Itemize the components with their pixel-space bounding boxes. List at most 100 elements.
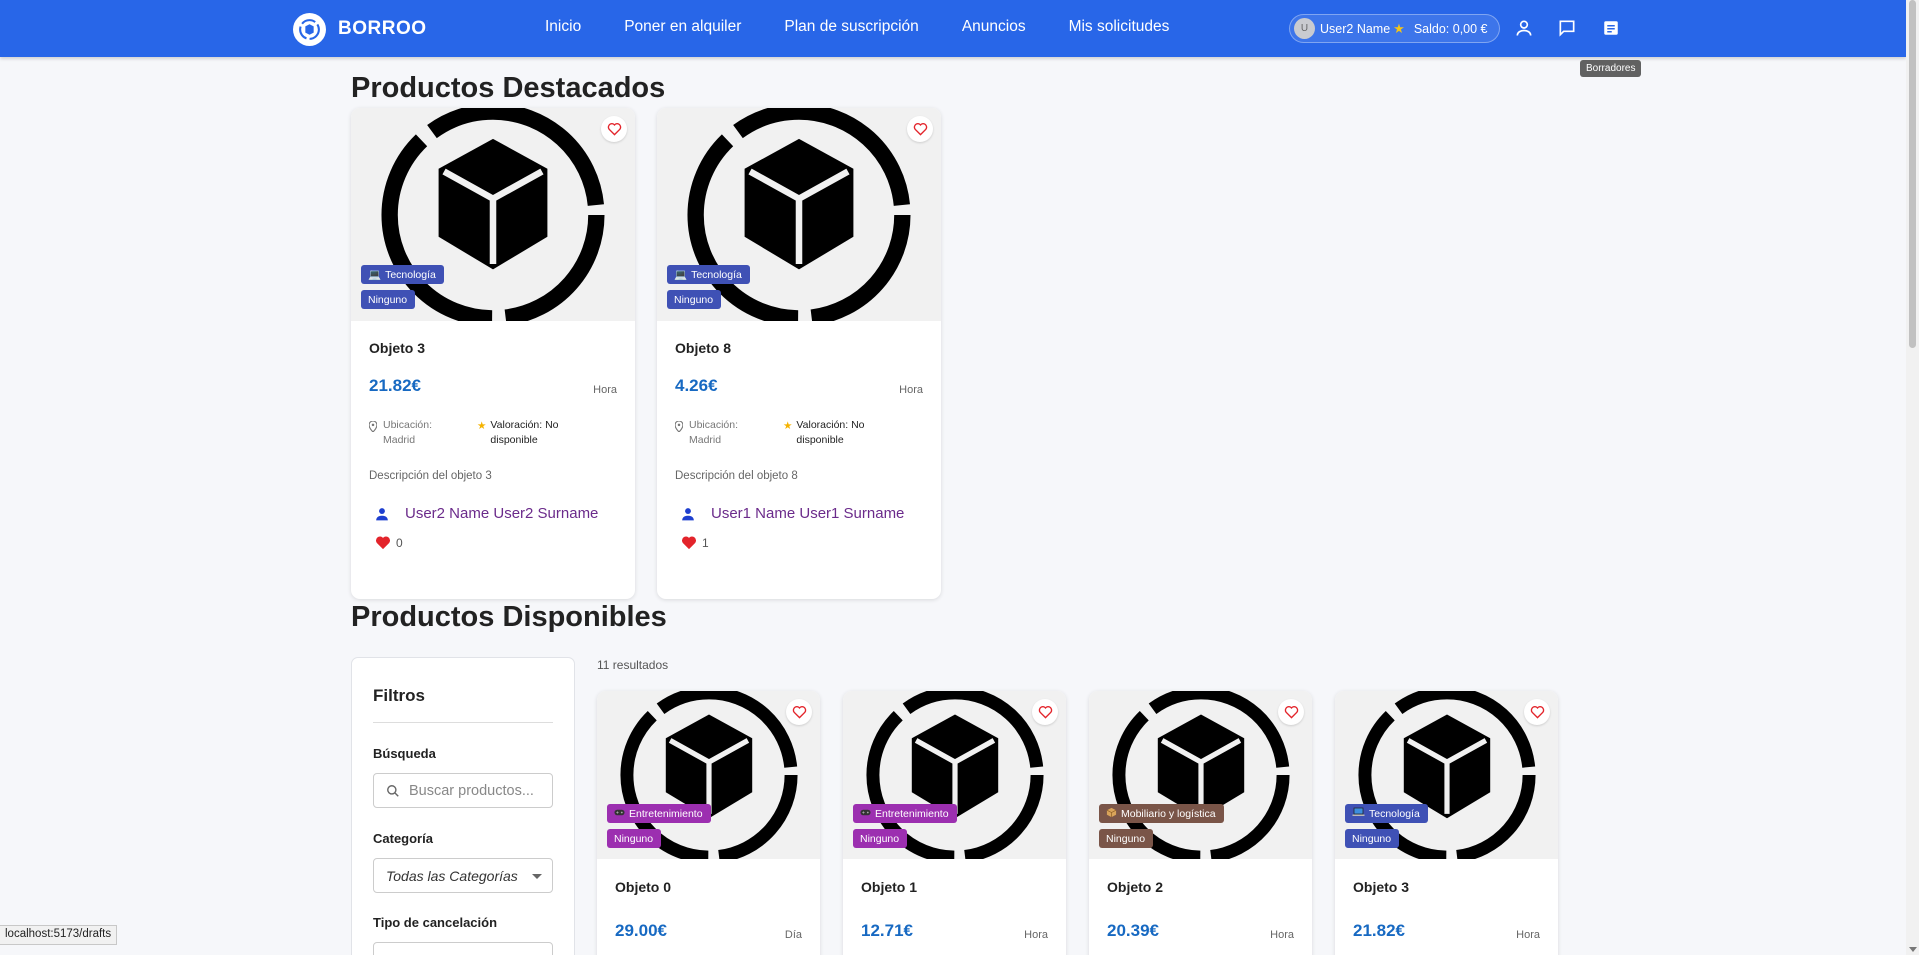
product-location: Ubicación: Madrid [674,418,783,448]
package-icon [1106,807,1117,821]
nav-plan-suscripcion[interactable]: Plan de suscripción [784,18,918,36]
profile-icon[interactable] [1513,17,1535,39]
gamepad-icon [860,808,871,820]
filters-title: Filtros [373,686,425,705]
cancellation-tag: Ninguno [853,829,908,848]
product-rating: ★ Valoración: No disponible [783,419,865,446]
scrollbar-thumb[interactable] [1909,0,1916,348]
product-name: Objeto 0 [615,879,672,895]
cancellation-select[interactable] [373,942,553,955]
featured-product-card[interactable]: 💻 Tecnología Ninguno Objeto 3 21.82€ Hora… [351,108,635,599]
avatar: U [1294,18,1315,39]
search-input[interactable]: Buscar productos... [373,773,553,808]
star-icon: ★ [783,420,793,432]
product-image: Mobiliario y logística Ninguno [1089,691,1312,859]
price-unit: Hora [1516,929,1540,941]
product-price: 21.82€ [1353,921,1405,940]
favorite-heart-icon[interactable] [907,116,933,142]
product-rating: ★ Valoración: No disponible [477,419,559,446]
product-price: 21.82€ [369,376,421,395]
user-name: User2 Name [1320,21,1391,36]
main-nav: Inicio Poner en alquiler Plan de suscrip… [545,18,1212,36]
product-owner-link[interactable]: User2 Name User2 Surname [375,505,617,522]
search-label: Búsqueda [373,746,436,761]
likes-count: 1 [681,535,923,550]
heart-filled-icon [375,536,391,550]
nav-mis-solicitudes[interactable]: Mis solicitudes [1069,18,1170,36]
favorite-heart-icon[interactable] [786,699,812,725]
product-image: Entretenimiento Ninguno [843,691,1066,859]
scrollbar[interactable] [1906,0,1919,955]
results-count: 11 resultados [597,658,669,672]
person-icon [682,507,694,520]
price-unit: Hora [1024,929,1048,941]
cancellation-tag: Ninguno [361,290,416,309]
category-select[interactable]: Todas las Categorías [373,858,553,893]
category-tag: 💻 Tecnología [667,265,750,284]
price-unit: Hora [593,384,617,396]
product-card[interactable]: Entretenimiento Ninguno Objeto 1 12.71€ … [843,691,1066,955]
category-label: Categoría [373,831,433,846]
filters-divider [373,722,553,723]
product-owner-link[interactable]: User1 Name User1 Surname [681,505,923,522]
drafts-icon[interactable] [1600,17,1622,39]
favorite-heart-icon[interactable] [1524,699,1550,725]
product-card[interactable]: Tecnología Ninguno Objeto 3 21.82€ Hora [1335,691,1558,955]
product-description: Descripción del objeto 3 [369,470,492,482]
heart-filled-icon [681,536,697,550]
cancellation-tag: Ninguno [1099,829,1154,848]
price-unit: Hora [899,384,923,396]
star-icon: ★ [477,420,487,432]
filters-panel: Filtros Búsqueda Buscar productos... Cat… [351,657,575,955]
drafts-tooltip: Borradores [1580,60,1642,77]
category-tag: Entretenimiento [607,804,711,823]
cancellation-tag: Ninguno [1345,829,1400,848]
gamepad-icon [614,808,625,820]
featured-product-card[interactable]: 💻 Tecnología Ninguno Objeto 8 4.26€ Hora … [657,108,941,599]
top-navbar: BORROO Inicio Poner en alquiler Plan de … [0,0,1906,57]
cancellation-tag: Ninguno [667,290,722,309]
nav-poner-en-alquiler[interactable]: Poner en alquiler [624,18,741,36]
available-title: Productos Disponibles [351,601,667,633]
messages-icon[interactable] [1556,17,1578,39]
product-name: Objeto 1 [861,879,918,895]
cancellation-tag: Ninguno [607,829,662,848]
nav-inicio[interactable]: Inicio [545,18,581,36]
laptop-icon [1352,807,1365,820]
product-price: 29.00€ [615,921,667,940]
product-name: Objeto 2 [1107,879,1164,895]
nav-anuncios[interactable]: Anuncios [962,18,1026,36]
product-image: Entretenimiento Ninguno [597,691,820,859]
category-tag: Tecnología [1345,804,1428,823]
laptop-icon: 💻 [674,269,688,281]
category-tag: Entretenimiento [853,804,957,823]
product-card[interactable]: Mobiliario y logística Ninguno Objeto 2 … [1089,691,1312,955]
product-price: 20.39€ [1107,921,1159,940]
search-icon [387,784,399,797]
price-unit: Día [784,929,802,941]
product-price: 4.26€ [675,376,718,395]
brand-logo-icon [293,12,326,46]
product-price: 12.71€ [861,921,913,940]
laptop-icon: 💻 [368,269,382,281]
product-description: Descripción del objeto 8 [675,470,798,482]
brand[interactable]: BORROO [293,12,427,46]
product-image: 💻 Tecnología Ninguno [657,108,941,321]
scroll-down-icon[interactable] [1909,947,1917,952]
favorite-heart-icon[interactable] [1032,699,1058,725]
product-card[interactable]: Entretenimiento Ninguno Objeto 0 29.00€ … [597,691,820,955]
user-balance-chip[interactable]: U User2 Name ★ Saldo: 0,00 € [1289,14,1500,43]
likes-count: 0 [375,535,617,550]
status-url: localhost:5173/drafts [0,925,118,945]
cancellation-label: Tipo de cancelación [373,915,498,930]
brand-name: BORROO [338,18,427,39]
product-image: Tecnología Ninguno [1335,691,1558,859]
product-image: 💻 Tecnología Ninguno [351,108,635,321]
product-name: Objeto 8 [675,340,732,356]
favorite-heart-icon[interactable] [601,116,627,142]
location-pin-icon [368,420,378,448]
favorite-heart-icon[interactable] [1278,699,1304,725]
price-unit: Hora [1270,929,1294,941]
person-icon [376,507,388,520]
product-name: Objeto 3 [1353,879,1410,895]
